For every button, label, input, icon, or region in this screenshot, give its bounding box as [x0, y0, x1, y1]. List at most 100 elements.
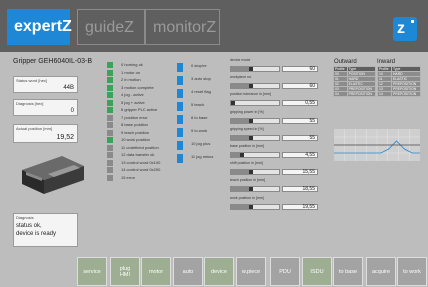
footer-button-isdu[interactable]: ISDU [302, 257, 332, 286]
parameter-value-field[interactable]: 55 [282, 117, 318, 124]
output-led [177, 63, 183, 72]
output-signal-row[interactable]: 9 to work [177, 128, 207, 137]
parameter-value-field[interactable]: 55 [282, 134, 318, 141]
diagnosis-panel-label: Diagnosis [16, 215, 34, 220]
table-cell: PREPOSITION [390, 91, 422, 97]
output-signal-label: 8 to base [191, 115, 208, 120]
table-cell: 14 [377, 91, 392, 97]
input-signal-label: 12 data transfer ok [121, 152, 155, 157]
input-signal-row: 4 jog - active [107, 92, 144, 98]
input-signal-row: 6 gripper PLC active [107, 107, 157, 113]
output-led [177, 102, 183, 111]
parameter-slider-thumb[interactable] [249, 84, 254, 89]
parameter-slider-thumb[interactable] [249, 170, 254, 175]
parameter-value-field[interactable]: 60 [282, 66, 318, 72]
parameter-value-field[interactable]: 15,55 [282, 169, 318, 176]
input-signal-label: 13 control word 0x100 [121, 159, 161, 165]
output-signal-row[interactable]: 10 jog plus [177, 141, 210, 150]
output-signal-row[interactable]: 4 reset flag [177, 89, 211, 98]
input-led-off [107, 114, 113, 121]
input-signal-row: 13 control word 0x100 [107, 159, 161, 166]
output-signal-row[interactable]: 11 jog minus [177, 154, 213, 163]
parameter-slider-thumb[interactable] [231, 101, 236, 106]
parameter-value-field[interactable]: 18,55 [282, 186, 318, 193]
input-signal-label: 15 error [121, 174, 136, 180]
table-cell: PREPOSITION [390, 81, 422, 87]
footer-button-plug-hmi[interactable]: plug HMI [110, 257, 140, 286]
status-word-value: 44B [63, 85, 74, 91]
input-signal-label: 5 jog + active [121, 99, 145, 105]
output-signal-label: 5 teach [191, 102, 205, 107]
footer-button-motor[interactable]: motor [141, 257, 171, 286]
status-word-label: Status word [hex] [16, 78, 47, 83]
table-cell: PREPOSITION [346, 86, 377, 92]
parameter-slider[interactable] [230, 83, 280, 90]
input-signal-label: 3 motion complete [121, 84, 154, 90]
input-signal-label: 0 homing ok [121, 62, 143, 67]
parameter-value-field[interactable]: 19,55 [282, 203, 318, 210]
input-led-on [107, 69, 113, 76]
parameter-label: shift position in [mm] [230, 161, 263, 166]
footer-button-acquire[interactable]: acquire [366, 257, 396, 286]
tab-expertz[interactable]: expertZ [7, 9, 72, 45]
output-signal-label: 10 jog plus [191, 141, 211, 146]
input-signal-label: 9 teach position [121, 129, 150, 135]
parameter-label: work position in [mm] [230, 195, 264, 200]
footer-button-pdu[interactable]: PDU [270, 257, 300, 286]
parameter-label: gripping power in [%] [230, 109, 264, 114]
parameter-slider-thumb[interactable] [239, 153, 244, 157]
footer-button-device[interactable]: device [204, 257, 234, 286]
footer-button-to-work[interactable]: to work [397, 257, 427, 286]
parameter-label: base position in [mm] [230, 144, 264, 148]
parameter-value-field[interactable]: 60 [282, 83, 318, 90]
output-led [177, 141, 183, 150]
parameter-slider-thumb[interactable] [249, 204, 254, 209]
footer-button-wpiece[interactable]: w.piece [236, 257, 266, 286]
tab-guidez[interactable]: guideZ [77, 9, 145, 45]
input-led-off [107, 129, 113, 136]
output-signal-row[interactable]: 8 to base [177, 115, 207, 124]
footer-button-auto[interactable]: auto [173, 257, 203, 286]
input-signal-row: 7 position error [107, 114, 148, 121]
parameter-label: device mode [230, 58, 251, 62]
parameter-slider[interactable] [230, 100, 280, 107]
output-signal-row[interactable]: 5 teach [177, 102, 204, 111]
input-signal-label: 6 gripper PLC active [121, 107, 158, 112]
force-position-chart [334, 129, 420, 161]
parameter-slider-thumb[interactable] [249, 67, 254, 71]
parameter-slider-fill [231, 135, 252, 140]
parameter-slider[interactable] [230, 117, 280, 124]
parameter-value-field[interactable]: 4,55 [282, 152, 318, 158]
parameter-slider-thumb[interactable] [249, 118, 254, 123]
parameter-slider-thumb[interactable] [249, 187, 254, 192]
output-signal-label: 3 auto stop [191, 76, 211, 81]
output-signal-label: 4 reset flag [191, 89, 211, 94]
parameter-value-field[interactable]: 0,55 [282, 100, 318, 107]
parameter-label: teach position in [mm] [230, 178, 265, 183]
output-signal-row[interactable]: 0 stop/re [177, 63, 207, 72]
diagnosis-status-text: status ok, device is ready [16, 223, 57, 237]
input-signal-row: 2 in motion [107, 77, 141, 83]
output-signal-row[interactable]: 3 auto stop [177, 76, 211, 85]
outward-table: Profile Type 00 POSITION 01 HARD 02 ELASTIC 03 PR… [333, 66, 377, 97]
parameter-slider[interactable] [230, 134, 280, 141]
parameter-slider[interactable] [230, 203, 280, 210]
parameter-slider-fill [231, 118, 252, 123]
parameter-slider[interactable] [230, 169, 280, 176]
brand-logo-icon: z [393, 17, 417, 41]
table-row[interactable]: 04 PREPOSITION [333, 91, 377, 97]
table-cell: PREPOSITION [346, 91, 377, 97]
table-row[interactable]: 14 PREPOSITION [377, 91, 422, 97]
tab-monitorz[interactable]: monitorZ [145, 9, 220, 45]
footer-button-service[interactable]: service [77, 257, 107, 286]
parameter-slider-thumb[interactable] [249, 135, 254, 140]
input-led-on [107, 62, 113, 68]
parameter-slider[interactable] [230, 152, 280, 158]
parameter-slider[interactable] [230, 66, 280, 72]
parameter-label: position tolerance in [mm] [230, 92, 271, 97]
input-signal-row: 12 data transfer ok [107, 152, 154, 158]
footer-button-to-base[interactable]: to base [333, 257, 363, 286]
parameter-slider[interactable] [230, 186, 280, 193]
gripper-title: Gripper GEH6040IL-03-B [13, 58, 92, 65]
output-signal-label: 0 stop/re [191, 63, 207, 68]
